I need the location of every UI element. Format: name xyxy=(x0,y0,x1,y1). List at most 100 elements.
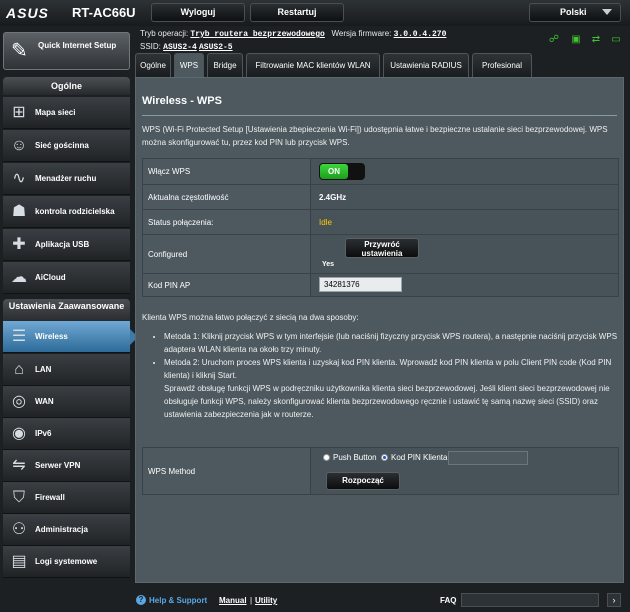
wps-methods-info: Klienta WPS można łatwo połączyć z sieci… xyxy=(142,311,620,421)
start-button[interactable]: Rozpocząć xyxy=(326,472,400,490)
sidebar-item-wan[interactable]: ◎ WAN xyxy=(3,386,130,418)
frequency-label: Aktualna częstotliwość xyxy=(143,185,311,209)
sidebar-item-label: Wireless xyxy=(35,332,68,341)
sidebar-item-vpn-server[interactable]: ⇋ Serwer VPN xyxy=(3,450,130,482)
push-button-option[interactable]: Push Button xyxy=(323,453,377,462)
utility-link[interactable]: Utility xyxy=(255,596,277,605)
restart-button[interactable]: Restartuj xyxy=(250,3,344,22)
ssid-label: SSID: xyxy=(140,42,161,51)
ap-pin-value: 34281376 xyxy=(319,277,402,292)
status-icons: ☍ ▣ ⇄ ▭ xyxy=(548,34,628,48)
wps-settings-table: Włącz WPS ON Aktualna częstotliwość 2.4G… xyxy=(142,158,619,297)
system-log-icon: ▤ xyxy=(11,553,27,570)
client-pin-label: Kod PIN Klienta xyxy=(391,453,448,462)
table-row: Włącz WPS ON xyxy=(143,159,618,185)
help-support-link[interactable]: Help & Support xyxy=(149,596,207,605)
table-row: Kod PIN AP 34281376 xyxy=(143,274,618,296)
faq-search-input[interactable] xyxy=(461,593,599,607)
client-status-icon[interactable]: ☍ xyxy=(548,34,560,46)
tab-bridge[interactable]: Bridge xyxy=(207,53,243,77)
wps-method-cell: Push Button Kod PIN Klienta Rozpocząć xyxy=(313,448,613,494)
client-pin-option[interactable]: Kod PIN Klienta xyxy=(381,453,447,462)
sidebar-item-parental-control[interactable]: ☗ kontrola rodzicielska xyxy=(3,196,130,228)
sidebar-item-label: kontrola rodzicielska xyxy=(35,207,115,216)
push-button-label: Push Button xyxy=(333,453,377,462)
faq-go-icon[interactable]: › xyxy=(607,593,621,607)
tab-professional[interactable]: Profesional xyxy=(472,53,532,77)
wireless-icon: ☰ xyxy=(11,328,27,345)
enable-wps-label: Włącz WPS xyxy=(143,159,311,184)
administration-icon: ⚇ xyxy=(11,521,27,538)
usb-status-icon[interactable]: ⇄ xyxy=(590,34,602,46)
sidebar-item-ipv6[interactable]: ◉ IPv6 xyxy=(3,418,130,450)
table-row: Status połączenia: Idle xyxy=(143,210,618,235)
content-panel: Wireless - WPS WPS (Wi-Fi Protected Setu… xyxy=(135,77,624,583)
client-pin-radio[interactable] xyxy=(381,454,388,461)
quick-setup-label: Quick Internet Setup xyxy=(38,41,117,50)
asus-logo: ASUS xyxy=(6,5,49,21)
sidebar-item-aicloud[interactable]: ☁ AiCloud xyxy=(3,262,130,294)
firmware-link[interactable]: 3.0.0.4.270 xyxy=(394,30,447,39)
methods-intro: Klienta WPS można łatwo połączyć z sieci… xyxy=(142,313,359,322)
frequency-value: 2.4GHz xyxy=(319,192,347,202)
wan-icon: ◎ xyxy=(12,393,26,410)
sidebar-item-label: IPv6 xyxy=(35,429,52,438)
sidebar-item-label: LAN xyxy=(35,365,52,374)
ssid-link-2[interactable]: ASUS2-5 xyxy=(199,43,233,52)
tab-mac-filter[interactable]: Filtrowanie MAC klientów WLAN xyxy=(246,53,380,77)
faq-label: FAQ xyxy=(440,596,457,605)
sidebar-item-usb-application[interactable]: ✚ Aplikacja USB xyxy=(3,229,130,261)
sidebar-item-lan[interactable]: ⌂ LAN xyxy=(3,354,130,386)
operation-mode-label: Tryb operacji: xyxy=(140,29,189,38)
lan-status-icon[interactable]: ▣ xyxy=(570,34,582,46)
network-map-icon: ⊞ xyxy=(12,104,26,121)
sidebar-item-label: Sieć gościnna xyxy=(35,141,89,150)
advanced-section-title: Ustawienia Zaawansowane xyxy=(3,299,130,323)
sidebar-item-label: Menadżer ruchu xyxy=(35,174,97,183)
vpn-icon: ⇋ xyxy=(12,457,26,474)
client-pin-input[interactable] xyxy=(448,451,528,465)
restore-settings-button[interactable]: Przywróć ustawienia xyxy=(345,238,419,258)
push-button-radio[interactable] xyxy=(323,454,330,461)
sidebar-item-label: Aplikacja USB xyxy=(35,240,90,249)
language-select[interactable]: Polski xyxy=(529,3,621,22)
sidebar-item-network-map[interactable]: ⊞ Mapa sieci xyxy=(3,97,130,129)
connection-status-label: Status połączenia: xyxy=(143,210,311,234)
connection-status-value: Idle xyxy=(319,217,332,227)
wps-method-label: WPS Method xyxy=(143,448,311,494)
sidebar-item-label: WAN xyxy=(35,397,54,406)
manual-link[interactable]: Manual xyxy=(219,596,247,605)
operation-mode-link[interactable]: Tryb routera bezprzewodowego xyxy=(190,30,324,39)
status-line: Tryb operacji: Tryb routera bezprzewodow… xyxy=(140,27,540,53)
table-row: Configured Przywróć ustawienia Yes xyxy=(143,235,618,274)
sidebar-item-administration[interactable]: ⚇ Administracja xyxy=(3,514,130,546)
sidebar-item-label: Administracja xyxy=(35,525,88,534)
parental-control-icon: ☗ xyxy=(11,203,27,220)
method-2-note: Sprawdź obsługę funkcji WPS w podręcznik… xyxy=(164,384,610,419)
tab-wps[interactable]: WPS xyxy=(174,53,204,77)
sidebar-item-traffic-manager[interactable]: ∿ Menadżer ruchu xyxy=(3,163,130,195)
internet-status-icon[interactable]: ▭ xyxy=(610,34,622,46)
sidebar-item-system-log[interactable]: ▤ Logi systemowe xyxy=(3,546,130,578)
model-name: RT-AC66U xyxy=(72,5,136,20)
configured-cell: Przywróć ustawienia Yes xyxy=(313,235,613,273)
sidebar-item-label: Mapa sieci xyxy=(35,108,76,117)
logout-button[interactable]: Wyloguj xyxy=(151,3,245,22)
tab-radius[interactable]: Ustawienia RADIUS xyxy=(383,53,469,77)
tab-general[interactable]: Ogólne xyxy=(135,53,171,77)
language-value: Polski xyxy=(560,7,587,17)
ap-pin-label: Kod PIN AP xyxy=(143,274,311,296)
quick-internet-setup-button[interactable]: ✎ Quick Internet Setup xyxy=(3,32,130,70)
guest-network-icon: ☺ xyxy=(10,137,28,154)
ssid-link-1[interactable]: ASUS2-4 xyxy=(163,43,197,52)
table-row: Aktualna częstotliwość 2.4GHz xyxy=(143,185,618,210)
method-1-text: Metoda 1: Kliknij przycisk WPS w tym int… xyxy=(164,330,620,356)
sidebar-item-firewall[interactable]: ⛉ Firewall xyxy=(3,482,130,514)
sidebar-item-guest-network[interactable]: ☺ Sieć gościnna xyxy=(3,130,130,162)
enable-wps-toggle[interactable]: ON xyxy=(319,163,365,180)
title-divider xyxy=(142,115,617,116)
wps-method-table: WPS Method Push Button Kod PIN Klienta R… xyxy=(142,447,619,495)
usb-application-icon: ✚ xyxy=(12,236,26,253)
sidebar-item-label: Firewall xyxy=(35,493,65,502)
sidebar-item-wireless[interactable]: ☰ Wireless xyxy=(3,321,138,353)
